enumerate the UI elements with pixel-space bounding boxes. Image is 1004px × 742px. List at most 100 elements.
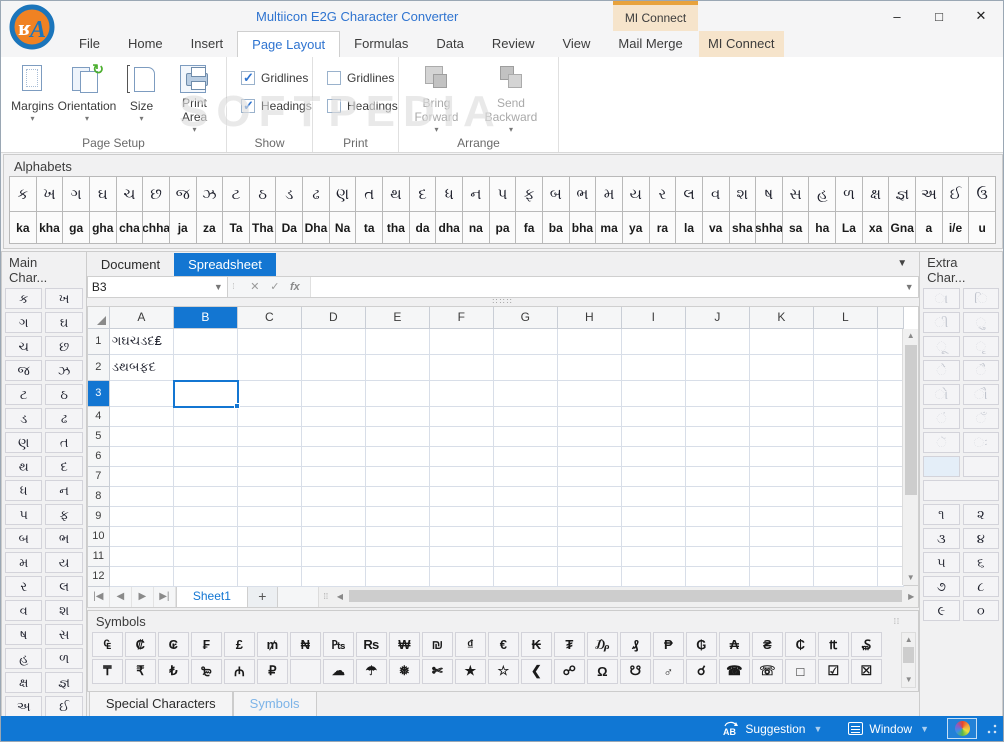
cell-F10[interactable] <box>429 526 494 547</box>
cell-F9[interactable] <box>429 506 494 527</box>
next-sheet-button[interactable]: ▶ <box>132 585 154 607</box>
cell-A2[interactable]: ડથબફદ <box>109 354 174 381</box>
last-sheet-button[interactable]: ▶| <box>154 585 176 607</box>
symbol-button[interactable]: ₲ <box>685 631 717 657</box>
prev-sheet-button[interactable]: ◀ <box>110 585 132 607</box>
main-char-button[interactable]: થ <box>5 456 43 477</box>
cell-K10[interactable] <box>749 526 814 547</box>
symbol-button[interactable]: ❮ <box>520 658 552 684</box>
symbol-button[interactable]: ★ <box>454 658 486 684</box>
symbol-button[interactable]: ₭ <box>520 631 552 657</box>
cell-A6[interactable] <box>109 446 174 467</box>
numeral-button[interactable]: ૯ <box>923 600 960 621</box>
cell-K2[interactable] <box>749 354 814 381</box>
cell-I10[interactable] <box>621 526 686 547</box>
symbol-button[interactable]: ₧ <box>322 631 354 657</box>
cell-B7[interactable] <box>173 466 238 487</box>
cell-I9[interactable] <box>621 506 686 527</box>
cell-B5[interactable] <box>173 426 238 447</box>
cell-L3[interactable] <box>813 380 878 407</box>
scroll-left-icon[interactable]: ◀ <box>333 592 347 601</box>
scroll-up-icon[interactable]: ▲ <box>907 329 915 343</box>
cell-D8[interactable] <box>301 486 366 507</box>
cell-C12[interactable] <box>237 566 302 587</box>
symbol-button[interactable]: ₽ <box>256 658 288 684</box>
cell-D11[interactable] <box>301 546 366 567</box>
cell-B9[interactable] <box>173 506 238 527</box>
main-char-button[interactable]: ન <box>45 480 83 501</box>
select-all-corner[interactable] <box>87 306 110 329</box>
scrollbar-grip[interactable]: ⁞⁞ <box>319 592 333 601</box>
main-char-button[interactable]: ઝ <box>45 360 83 381</box>
horizontal-scrollbar[interactable]: ⁞⁞ ◀ ▶ <box>317 585 919 607</box>
cell-E7[interactable] <box>365 466 430 487</box>
cell-B1[interactable] <box>173 328 238 355</box>
cell-J4[interactable] <box>685 406 750 427</box>
main-char-button[interactable]: પ <box>5 504 43 525</box>
cell-L5[interactable] <box>813 426 878 447</box>
symbol-button[interactable]: ₵ <box>784 631 816 657</box>
row-header-10[interactable]: 10 <box>87 526 110 547</box>
row-header-1[interactable]: 1 <box>87 328 110 355</box>
bring-forward-button[interactable]: Bring Forward ▾ <box>405 61 468 134</box>
symbol-button[interactable]: ₢ <box>157 631 189 657</box>
symbol-button[interactable]: ♂ <box>652 658 684 684</box>
cell-K11[interactable] <box>749 546 814 567</box>
cell-A11[interactable] <box>109 546 174 567</box>
column-header-c[interactable]: C <box>237 306 302 329</box>
main-char-button[interactable]: ળ <box>45 648 83 669</box>
insert-function-button[interactable]: fx <box>286 281 304 293</box>
extra-char-button[interactable]: ો <box>923 384 960 405</box>
main-char-button[interactable]: જ <box>5 360 43 381</box>
scroll-down-icon[interactable]: ▼ <box>905 673 913 687</box>
cell-A7[interactable] <box>109 466 174 487</box>
cell-J8[interactable] <box>685 486 750 507</box>
cell-E1[interactable] <box>365 328 430 355</box>
tab-special-characters[interactable]: Special Characters <box>88 692 233 718</box>
row-header-7[interactable]: 7 <box>87 466 110 487</box>
numeral-button[interactable]: ૮ <box>962 576 999 597</box>
cell-I5[interactable] <box>621 426 686 447</box>
ribbon-tab-mail-merge[interactable]: Mail Merge <box>604 31 696 57</box>
cell-E5[interactable] <box>365 426 430 447</box>
extra-char-empty-button[interactable] <box>923 456 960 477</box>
cell-A10[interactable] <box>109 526 174 547</box>
symbol-button[interactable]: ₫ <box>454 631 486 657</box>
main-char-button[interactable]: ગ <box>5 312 43 333</box>
column-header-l[interactable]: L <box>813 306 878 329</box>
symbol-button[interactable]: ₡ <box>124 631 156 657</box>
symbol-button[interactable]: ₯ <box>586 631 618 657</box>
cell-L12[interactable] <box>813 566 878 587</box>
symbol-button[interactable]: ☍ <box>553 658 585 684</box>
symbol-button[interactable]: ☌ <box>685 658 717 684</box>
symbol-button[interactable]: ₠ <box>91 631 123 657</box>
margins-button[interactable]: Margins ▾ <box>7 61 58 134</box>
numeral-button[interactable]: ૭ <box>923 576 960 597</box>
symbol-button[interactable]: ₦ <box>289 631 321 657</box>
cell-H4[interactable] <box>557 406 622 427</box>
extra-char-button[interactable]: ૌ <box>962 384 999 405</box>
extra-char-button[interactable]: િ <box>962 288 999 309</box>
cell-E9[interactable] <box>365 506 430 527</box>
row-header-12[interactable]: 12 <box>87 566 110 587</box>
row-header-5[interactable]: 5 <box>87 426 110 447</box>
ribbon-tab-page-layout[interactable]: Page Layout <box>237 31 341 57</box>
cell-F4[interactable] <box>429 406 494 427</box>
symbol-button[interactable]: ❅ <box>388 658 420 684</box>
window-menu[interactable]: Window ▼ <box>848 722 929 736</box>
symbol-button[interactable]: ₰ <box>619 631 651 657</box>
cell-J7[interactable] <box>685 466 750 487</box>
vertical-scrollbar[interactable]: ▲ ▼ <box>902 328 919 585</box>
cell-E2[interactable] <box>365 354 430 381</box>
cell-K1[interactable] <box>749 328 814 355</box>
cell-I1[interactable] <box>621 328 686 355</box>
symbol-button[interactable]: ₴ <box>751 631 783 657</box>
orientation-button[interactable]: ↻ Orientation ▾ <box>58 61 117 134</box>
cell-G3[interactable] <box>493 380 558 407</box>
numeral-button[interactable]: ૦ <box>962 600 999 621</box>
symbol-button[interactable]: ☂ <box>355 658 387 684</box>
cancel-entry-button[interactable]: ✕ <box>246 280 264 293</box>
symbols-scrollbar[interactable]: ▲ ▼ <box>901 631 917 688</box>
cell-J1[interactable] <box>685 328 750 355</box>
cell-L11[interactable] <box>813 546 878 567</box>
